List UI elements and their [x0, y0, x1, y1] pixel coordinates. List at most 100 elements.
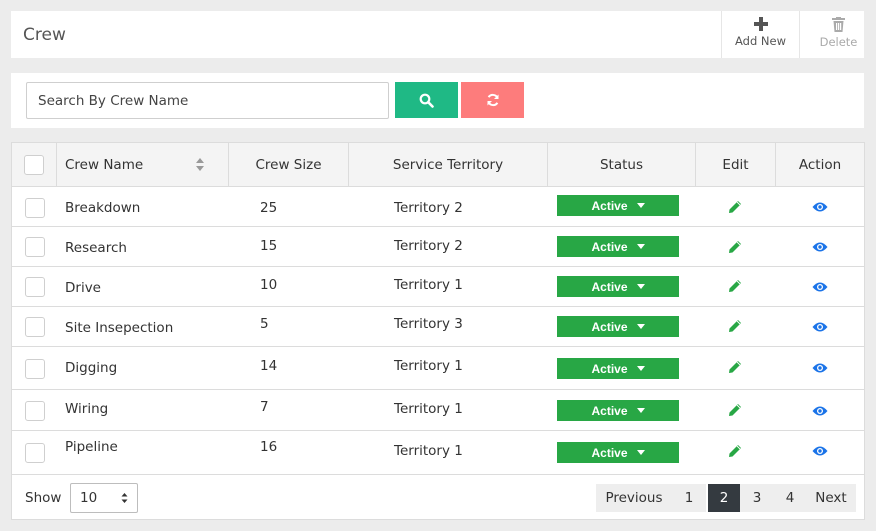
table-row: Site Insepection 5 Territory 3 Active	[12, 307, 864, 347]
row-checkbox[interactable]	[25, 401, 45, 421]
eye-icon[interactable]	[812, 362, 828, 374]
caret-down-icon	[636, 244, 645, 249]
sort-icon[interactable]	[196, 158, 204, 171]
eye-icon[interactable]	[812, 281, 828, 293]
service-territory: Territory 1	[394, 277, 463, 293]
page-4-button[interactable]: 4	[774, 484, 806, 512]
column-label: Crew Name	[65, 156, 144, 173]
caret-down-icon	[636, 324, 645, 329]
page-3-button[interactable]: 3	[740, 484, 774, 512]
service-territory: Territory 2	[394, 238, 463, 254]
column-header-crew-name[interactable]: Crew Name	[57, 143, 229, 187]
column-header-service-territory: Service Territory	[349, 143, 548, 187]
status-dropdown[interactable]: Active	[557, 316, 679, 337]
status-dropdown[interactable]: Active	[557, 358, 679, 379]
row-checkbox[interactable]	[25, 237, 45, 257]
table-row: Research 15 Territory 2 Active	[12, 227, 864, 267]
caret-down-icon	[636, 284, 645, 289]
table-row: Digging 14 Territory 1 Active	[12, 347, 864, 390]
pencil-icon[interactable]	[728, 360, 742, 374]
eye-icon[interactable]	[812, 201, 828, 213]
pencil-icon[interactable]	[728, 444, 742, 458]
trash-icon	[832, 17, 845, 32]
eye-icon[interactable]	[812, 321, 828, 333]
page-size-select[interactable]: 10	[70, 483, 138, 513]
next-label: Next	[815, 490, 847, 506]
pencil-icon[interactable]	[728, 279, 742, 293]
status-label: Active	[591, 403, 628, 418]
crew-size: 16	[260, 439, 278, 455]
status-dropdown[interactable]: Active	[557, 400, 679, 421]
search-icon	[419, 93, 434, 108]
table-row: Drive 10 Territory 1 Active	[12, 267, 864, 307]
row-checkbox[interactable]	[25, 443, 45, 463]
row-checkbox[interactable]	[25, 198, 45, 218]
refresh-icon	[487, 93, 498, 107]
crew-size: 7	[260, 399, 269, 415]
crew-size: 15	[260, 238, 278, 254]
column-header-edit: Edit	[696, 143, 776, 187]
status-dropdown[interactable]: Active	[557, 236, 679, 257]
page-title: Crew	[23, 25, 66, 45]
delete-button[interactable]: Delete	[799, 11, 876, 58]
eye-icon[interactable]	[812, 405, 828, 417]
caret-down-icon	[636, 450, 645, 455]
search-input[interactable]	[26, 82, 389, 119]
table-row: Wiring 7 Territory 1 Active	[12, 390, 864, 431]
previous-page-button[interactable]: Previous	[596, 484, 672, 512]
search-bar	[11, 73, 864, 128]
page-header: Crew Add New Delete	[11, 11, 864, 58]
pencil-icon[interactable]	[728, 200, 742, 214]
column-label: Crew Size	[255, 156, 322, 173]
page-1-button[interactable]: 1	[672, 484, 706, 512]
service-territory: Territory 3	[394, 316, 463, 332]
table-footer: Show 10 Previous 1 2 3 4 Next	[12, 475, 864, 519]
search-button[interactable]	[395, 82, 458, 118]
status-label: Active	[591, 239, 628, 254]
pencil-icon[interactable]	[728, 403, 742, 417]
next-page-button[interactable]: Next	[806, 484, 856, 512]
page-number: 2	[719, 490, 729, 506]
status-dropdown[interactable]: Active	[557, 195, 679, 216]
crew-size: 14	[260, 358, 278, 374]
pencil-icon[interactable]	[728, 319, 742, 333]
crew-table: Crew Name Crew Size Service Territory St…	[11, 142, 865, 520]
column-label: Edit	[722, 156, 749, 173]
column-label: Status	[599, 156, 644, 173]
service-territory: Territory 1	[394, 443, 463, 459]
crew-name: Drive	[65, 280, 101, 296]
page-2-button[interactable]: 2	[708, 484, 740, 512]
row-checkbox[interactable]	[25, 277, 45, 297]
table-row: Pipeline 16 Territory 1 Active	[12, 431, 864, 475]
crew-name: Site Insepection	[65, 320, 174, 336]
previous-label: Previous	[605, 490, 663, 506]
caret-down-icon	[636, 366, 645, 371]
crew-size: 5	[260, 316, 269, 332]
service-territory: Territory 2	[394, 200, 463, 216]
table-row: Breakdown 25 Territory 2 Active	[12, 187, 864, 227]
crew-name: Research	[65, 240, 127, 256]
crew-size: 10	[260, 277, 278, 293]
eye-icon[interactable]	[812, 445, 828, 457]
add-new-button[interactable]: Add New	[721, 11, 799, 58]
reset-button[interactable]	[461, 82, 524, 118]
add-new-label: Add New	[734, 34, 786, 48]
column-header-action: Action	[776, 143, 864, 187]
pencil-icon[interactable]	[728, 240, 742, 254]
row-checkbox[interactable]	[25, 359, 45, 379]
select-arrows-icon	[121, 493, 128, 503]
delete-label: Delete	[819, 35, 858, 49]
caret-down-icon	[636, 203, 645, 208]
status-dropdown[interactable]: Active	[557, 442, 679, 463]
row-checkbox[interactable]	[25, 317, 45, 337]
eye-icon[interactable]	[812, 241, 828, 253]
status-dropdown[interactable]: Active	[557, 276, 679, 297]
status-label: Active	[591, 319, 628, 334]
status-label: Active	[591, 198, 628, 213]
crew-name: Breakdown	[65, 200, 141, 216]
column-header-crew-size: Crew Size	[229, 143, 349, 187]
status-label: Active	[591, 279, 628, 294]
select-all-checkbox[interactable]	[24, 154, 44, 175]
status-label: Active	[591, 445, 628, 460]
crew-name: Wiring	[65, 401, 109, 417]
